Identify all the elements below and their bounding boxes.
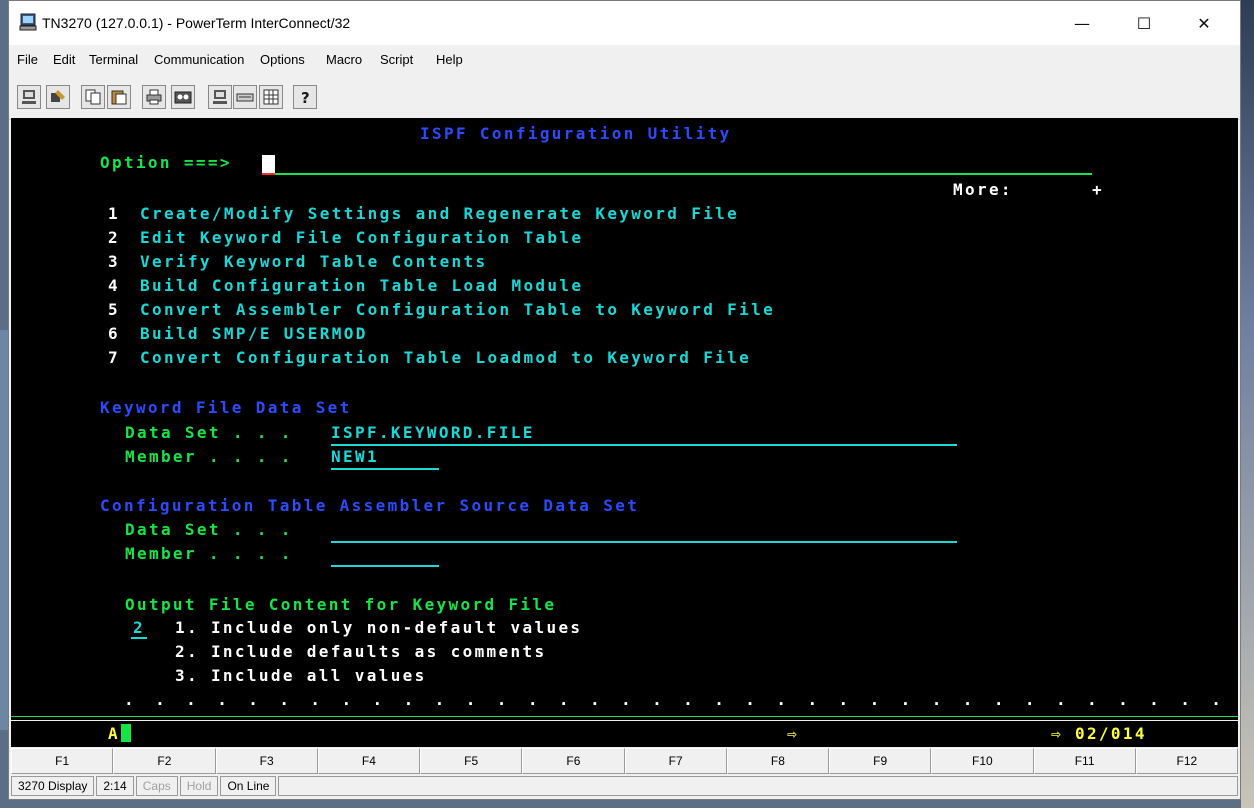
menu-help[interactable]: Help [436,52,463,67]
menu-macro[interactable]: Macro [326,52,362,67]
terminal-icon[interactable] [208,85,232,109]
menu-item-7-number: 7 [108,348,120,367]
window-title: TN3270 (127.0.0.1) - PowerTerm InterConn… [42,15,351,31]
asm-section-title: Configuration Table Assembler Source Dat… [100,496,640,515]
more-label: More: [953,180,1013,199]
keyword-dataset-value[interactable]: ISPF.KEYWORD.FILE [331,423,535,442]
insert-arrow: ⇨ [787,724,799,743]
output-option-1: 1. Include only non-default values [175,618,583,637]
menu-item-4-number: 4 [108,276,120,295]
menu-item-1-label[interactable]: Create/Modify Settings and Regenerate Ke… [140,204,739,223]
hold-indicator: Hold [179,776,219,796]
keyword-member-value[interactable]: NEW1 [331,447,379,466]
menu-terminal[interactable]: Terminal [89,52,138,67]
paste-icon[interactable] [107,85,131,109]
keyword-dataset-label: Data Set . . . [125,423,293,442]
menu-options[interactable]: Options [260,52,305,67]
menu-item-1-number: 1 [108,204,120,223]
desktop-background [1241,0,1254,808]
menu-item-6-number: 6 [108,324,120,343]
f10-key[interactable]: F10 [931,748,1034,774]
output-selection-field[interactable] [131,637,147,639]
status-cursor-block [121,724,131,742]
display-type: 3270 Display [11,776,95,796]
asm-dataset-field[interactable] [331,541,957,543]
connect-icon[interactable] [17,85,41,109]
f6-key[interactable]: F6 [522,748,625,774]
menu-item-5-label[interactable]: Convert Assembler Configuration Table to… [140,300,775,319]
print-icon[interactable] [142,85,166,109]
menu-item-5-number: 5 [108,300,120,319]
output-option-3: 3. Include all values [175,666,427,685]
menu-item-6-label[interactable]: Build SMP/E USERMOD [140,324,368,343]
f4-key[interactable]: F4 [317,748,420,774]
keyword-dataset-field[interactable] [331,444,957,446]
status-empty-cell [278,776,1238,796]
desktop-background-left [0,330,8,730]
keyword-member-label: Member . . . . [125,447,293,466]
menu-edit[interactable]: Edit [53,52,75,67]
terminal-screen[interactable]: ISPF Configuration Utility Option ===> M… [11,118,1238,720]
text-cursor [262,155,275,173]
cursor-underline [262,173,275,175]
f11-key[interactable]: F11 [1033,748,1136,774]
menu-item-2-label[interactable]: Edit Keyword File Configuration Table [140,228,583,247]
output-title: Output File Content for Keyword File [125,595,557,614]
cursor-position: ⇨ 02/014 [1051,724,1147,743]
menu-item-3-label[interactable]: Verify Keyword Table Contents [140,252,488,271]
close-button[interactable]: ✕ [1181,1,1227,45]
maximize-button[interactable]: ☐ [1121,1,1167,45]
copy-icon[interactable] [81,85,105,109]
asm-member-field[interactable] [331,565,439,567]
grid-icon[interactable] [259,85,283,109]
menu-item-3-number: 3 [108,252,120,271]
output-selection[interactable]: 2 [133,618,145,637]
screen-header: ISPF Configuration Utility [420,124,732,143]
keyword-section-title: Keyword File Data Set [100,398,352,417]
svg-text:?: ? [301,89,310,106]
cursor-location: 2:14 [96,776,134,796]
screen-divider [11,716,1238,717]
status-indicator: A [108,724,120,743]
caps-indicator: Caps [135,776,178,796]
status-bar: 3270 Display 2:14 Caps Hold On Line [11,776,1238,798]
toolbar: ? [9,81,1240,120]
option-label: Option ===> [100,153,232,172]
online-indicator: On Line [220,776,277,796]
f5-key[interactable]: F5 [420,748,523,774]
f2-key[interactable]: F2 [113,748,216,774]
f12-key[interactable]: F12 [1135,748,1238,774]
more-indicator: + [1092,180,1104,199]
terminal-window: TN3270 (127.0.0.1) - PowerTerm InterConn… [8,0,1241,800]
keyboard-icon[interactable] [233,85,257,109]
dotted-separator: . . . . . . . . . . . . . . . . . . . . … [124,690,1238,709]
terminal-app-icon [19,13,37,31]
menu-file[interactable]: File [17,52,38,67]
function-key-bar: F1 F2 F3 F4 F5 F6 F7 F8 F9 F10 F11 F12 [11,748,1238,774]
title-bar: TN3270 (127.0.0.1) - PowerTerm InterConn… [9,1,1240,45]
minimize-button[interactable]: — [1059,1,1105,45]
asm-dataset-label: Data Set . . . [125,520,293,539]
oia-status-line: A ⇨ ⇨ 02/014 [11,721,1238,747]
menu-communication[interactable]: Communication [154,52,244,67]
menu-item-4-label[interactable]: Build Configuration Table Load Module [140,276,583,295]
menu-item-7-label[interactable]: Convert Configuration Table Loadmod to K… [140,348,751,367]
disconnect-icon[interactable] [46,85,70,109]
menu-script[interactable]: Script [380,52,413,67]
f8-key[interactable]: F8 [726,748,829,774]
f7-key[interactable]: F7 [624,748,727,774]
menu-item-2-number: 2 [108,228,120,247]
menu-bar: File Edit Terminal Communication Options… [9,47,1240,73]
f1-key[interactable]: F1 [11,748,114,774]
option-input[interactable] [262,173,1092,175]
help-icon[interactable]: ? [293,85,317,109]
output-option-2: 2. Include defaults as comments [175,642,547,661]
asm-member-label: Member . . . . [125,544,293,563]
f9-key[interactable]: F9 [829,748,932,774]
record-icon[interactable] [171,85,195,109]
f3-key[interactable]: F3 [215,748,318,774]
keyword-member-field[interactable] [331,468,439,470]
